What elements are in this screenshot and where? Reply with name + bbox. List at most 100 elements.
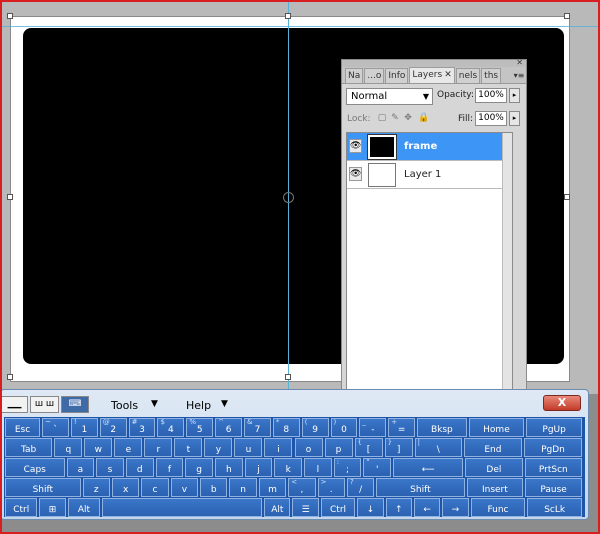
key-PgDn[interactable]: PgDn bbox=[523, 438, 582, 457]
key-symbol[interactable]: <, bbox=[288, 478, 316, 497]
key-symbol[interactable]: + = bbox=[388, 418, 416, 437]
key-Ctrl[interactable]: Ctrl bbox=[5, 498, 38, 517]
eye-icon[interactable]: 👁 bbox=[349, 167, 362, 181]
key-Insert[interactable]: Insert bbox=[466, 478, 524, 497]
key-7[interactable]: & 7 bbox=[244, 418, 271, 437]
lock-position-icon[interactable]: ✥ bbox=[403, 113, 413, 123]
key-symbol[interactable]: ↓ bbox=[357, 498, 384, 517]
tab-info[interactable]: Info bbox=[385, 68, 409, 83]
key-b[interactable]: b bbox=[200, 478, 228, 497]
key-Shift[interactable]: Shift bbox=[376, 478, 465, 497]
key-symbol[interactable]: | \ bbox=[414, 438, 462, 457]
key-6[interactable]: ^ 6 bbox=[215, 418, 242, 437]
key-k[interactable]: k bbox=[274, 458, 303, 477]
keyboard-layout-button[interactable]: ▁▁ bbox=[1, 396, 28, 413]
key-c[interactable]: c bbox=[141, 478, 169, 497]
key-p[interactable]: p bbox=[324, 438, 353, 457]
key-Esc[interactable]: Esc bbox=[5, 418, 41, 437]
panel-menu-icon[interactable]: ▾≡ bbox=[512, 69, 526, 83]
key-f[interactable]: f bbox=[155, 458, 184, 477]
key-space[interactable] bbox=[102, 498, 263, 517]
transform-handle-bottom-left[interactable] bbox=[7, 374, 13, 380]
key-symbol[interactable]: ↑ bbox=[385, 498, 412, 517]
lock-transparent-icon[interactable]: ▢ bbox=[377, 113, 387, 123]
key-n[interactable]: n bbox=[229, 478, 257, 497]
key-PrtScn[interactable]: PrtScn bbox=[524, 458, 582, 477]
transform-handle-bottom-center[interactable] bbox=[285, 374, 291, 380]
panel-title-bar[interactable]: ✕ bbox=[342, 58, 526, 67]
layer-row-layer-1[interactable]: 👁 Layer 1 bbox=[347, 161, 503, 189]
key-3[interactable]: #3 bbox=[128, 418, 156, 437]
key-symbol[interactable]: ? / bbox=[346, 478, 375, 497]
key-Shift[interactable]: Shift bbox=[5, 478, 81, 497]
tab-layers[interactable]: Layers ✕ bbox=[409, 67, 455, 83]
transform-handle-top-center[interactable] bbox=[285, 13, 291, 19]
lock-image-icon[interactable]: ✎ bbox=[390, 113, 400, 123]
key-s[interactable]: s bbox=[96, 458, 124, 477]
key-symbol[interactable]: }] bbox=[384, 438, 413, 457]
chevron-down-icon[interactable]: ▼ bbox=[221, 399, 228, 409]
key-1[interactable]: ! 1 bbox=[70, 418, 98, 437]
key-Func[interactable]: Func bbox=[470, 498, 526, 517]
tools-menu[interactable]: Tools bbox=[111, 399, 138, 412]
eye-icon[interactable]: 👁 bbox=[349, 139, 362, 153]
key-symbol[interactable]: >. bbox=[317, 478, 345, 497]
key-Ctrl[interactable]: Ctrl bbox=[320, 498, 356, 517]
key-5[interactable]: % 5 bbox=[186, 418, 214, 437]
key-symbol[interactable]: ⟵ bbox=[393, 458, 464, 477]
key-t[interactable]: t bbox=[174, 438, 203, 457]
key-End[interactable]: End bbox=[463, 438, 522, 457]
key-symbol[interactable]: ~ ` bbox=[42, 418, 69, 437]
blend-mode-select[interactable]: Normal ▼ bbox=[346, 88, 433, 105]
key-Pause[interactable]: Pause bbox=[525, 478, 582, 497]
key-z[interactable]: z bbox=[82, 478, 110, 497]
transform-handle-top-left[interactable] bbox=[7, 13, 13, 19]
key-Bksp[interactable]: Bksp bbox=[417, 418, 467, 437]
close-button[interactable]: X bbox=[543, 395, 581, 411]
key-Del[interactable]: Del bbox=[465, 458, 523, 477]
key-0[interactable]: ) 0 bbox=[330, 418, 358, 437]
key-w[interactable]: w bbox=[84, 438, 113, 457]
opacity-slider-arrow-icon[interactable]: ▸ bbox=[509, 88, 520, 103]
key-symbol[interactable]: ☰ bbox=[292, 498, 319, 517]
help-menu[interactable]: Help bbox=[186, 399, 211, 412]
tab-paths[interactable]: ths bbox=[481, 68, 502, 83]
fill-input[interactable]: 100% bbox=[475, 111, 507, 126]
key-9[interactable]: (9 bbox=[301, 418, 329, 437]
keyboard-layout-button[interactable]: ш ш bbox=[30, 396, 59, 413]
key-o[interactable]: o bbox=[294, 438, 323, 457]
horizontal-guide[interactable] bbox=[2, 26, 598, 27]
key-symbol[interactable]: → bbox=[442, 498, 469, 517]
transform-center-point[interactable] bbox=[283, 192, 294, 203]
lock-all-icon[interactable]: 🔒 bbox=[418, 113, 429, 123]
key-Alt[interactable]: Alt bbox=[264, 498, 291, 517]
key-q[interactable]: q bbox=[54, 438, 83, 457]
key-e[interactable]: e bbox=[114, 438, 143, 457]
key-symbol[interactable]: " ' bbox=[363, 458, 392, 477]
key-i[interactable]: i bbox=[264, 438, 293, 457]
key-x[interactable]: x bbox=[111, 478, 140, 497]
key-Alt[interactable]: Alt bbox=[67, 498, 101, 517]
key-ScLk[interactable]: ScLk bbox=[527, 498, 582, 517]
key-Tab[interactable]: Tab bbox=[5, 438, 53, 457]
key-symbol[interactable]: ← bbox=[413, 498, 441, 517]
fill-slider-arrow-icon[interactable]: ▸ bbox=[509, 111, 520, 126]
keyboard-icon[interactable]: ⌨ bbox=[61, 396, 89, 413]
key-h[interactable]: h bbox=[214, 458, 243, 477]
tab-histogram[interactable]: ...o bbox=[364, 68, 385, 83]
chevron-down-icon[interactable]: ▼ bbox=[151, 399, 158, 409]
key-symbol[interactable]: ⊞ bbox=[39, 498, 66, 517]
transform-handle-middle-left[interactable] bbox=[7, 194, 13, 200]
layers-scrollbar[interactable] bbox=[502, 133, 512, 393]
transform-handle-middle-right[interactable] bbox=[564, 194, 570, 200]
key-d[interactable]: d bbox=[125, 458, 154, 477]
key-a[interactable]: a bbox=[66, 458, 95, 477]
opacity-input[interactable]: 100% bbox=[475, 88, 507, 103]
key-PgUp[interactable]: PgUp bbox=[526, 418, 582, 437]
panel-collapse-icon[interactable]: ✕ bbox=[516, 58, 523, 67]
layer-row-frame[interactable]: 👁 frame bbox=[347, 133, 503, 161]
key-Caps[interactable]: Caps bbox=[5, 458, 65, 477]
key-2[interactable]: @2 bbox=[99, 418, 127, 437]
key-y[interactable]: y bbox=[204, 438, 233, 457]
key-symbol[interactable]: _ - bbox=[359, 418, 387, 437]
